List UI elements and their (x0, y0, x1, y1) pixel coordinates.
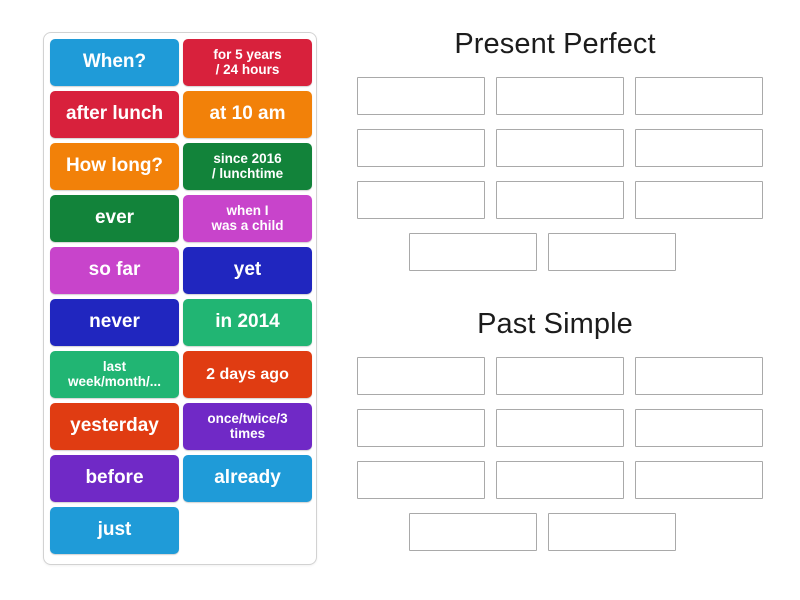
word-tile[interactable]: never (50, 299, 179, 346)
drop-slot[interactable] (357, 409, 485, 447)
drop-slot[interactable] (496, 77, 624, 115)
drop-slot[interactable] (357, 129, 485, 167)
word-bank-panel: When? for 5 years/ 24 hours after lunch at … (43, 32, 317, 565)
word-tile[interactable]: once/twice/3 times (183, 403, 312, 450)
word-tile[interactable]: When? (50, 39, 179, 86)
drop-slot[interactable] (496, 129, 624, 167)
drop-slot-row-last-past-simple (335, 513, 775, 551)
word-tile[interactable]: 2 days ago (183, 351, 312, 398)
drop-slot[interactable] (357, 357, 485, 395)
word-tile-grid: When? for 5 years/ 24 hours after lunch at … (50, 39, 312, 554)
drop-slot[interactable] (408, 233, 537, 271)
word-tile[interactable]: in 2014 (183, 299, 312, 346)
drop-slot-grid-past-simple (335, 357, 775, 499)
drop-slot[interactable] (496, 181, 624, 219)
drop-slot[interactable] (635, 181, 763, 219)
drop-slot[interactable] (635, 77, 763, 115)
word-tile[interactable]: at 10 am (183, 91, 312, 138)
word-tile[interactable]: ever (50, 195, 179, 242)
drop-slot[interactable] (496, 461, 624, 499)
word-tile[interactable]: just (50, 507, 179, 554)
drop-slot[interactable] (357, 77, 485, 115)
drop-slot[interactable] (635, 409, 763, 447)
drop-slot-row-last-present-perfect (335, 233, 775, 271)
word-tile[interactable]: yet (183, 247, 312, 294)
activity-stage: When? for 5 years/ 24 hours after lunch at … (0, 0, 800, 600)
drop-slot[interactable] (547, 513, 676, 551)
word-tile[interactable]: for 5 years/ 24 hours (183, 39, 312, 86)
category-past-simple: Past Simple (335, 308, 775, 551)
word-tile[interactable]: before (50, 455, 179, 502)
drop-slot[interactable] (357, 461, 485, 499)
category-present-perfect: Present Perfect (335, 28, 775, 271)
drop-slot[interactable] (635, 461, 763, 499)
drop-slot[interactable] (357, 181, 485, 219)
drop-slot[interactable] (547, 233, 676, 271)
drop-slot[interactable] (496, 409, 624, 447)
word-tile[interactable]: since 2016/ lunchtime (183, 143, 312, 190)
word-tile[interactable]: when Iwas a child (183, 195, 312, 242)
word-tile[interactable]: after lunch (50, 91, 179, 138)
drop-slot[interactable] (408, 513, 537, 551)
drop-slot[interactable] (635, 357, 763, 395)
word-tile[interactable]: already (183, 455, 312, 502)
word-tile[interactable]: yesterday (50, 403, 179, 450)
word-tile[interactable]: so far (50, 247, 179, 294)
drop-slot-grid-present-perfect (335, 77, 775, 219)
category-title-past-simple: Past Simple (477, 308, 633, 340)
category-title-present-perfect: Present Perfect (454, 28, 656, 60)
word-tile[interactable]: last week/month/... (50, 351, 179, 398)
word-tile[interactable]: How long? (50, 143, 179, 190)
drop-slot[interactable] (635, 129, 763, 167)
drop-slot[interactable] (496, 357, 624, 395)
